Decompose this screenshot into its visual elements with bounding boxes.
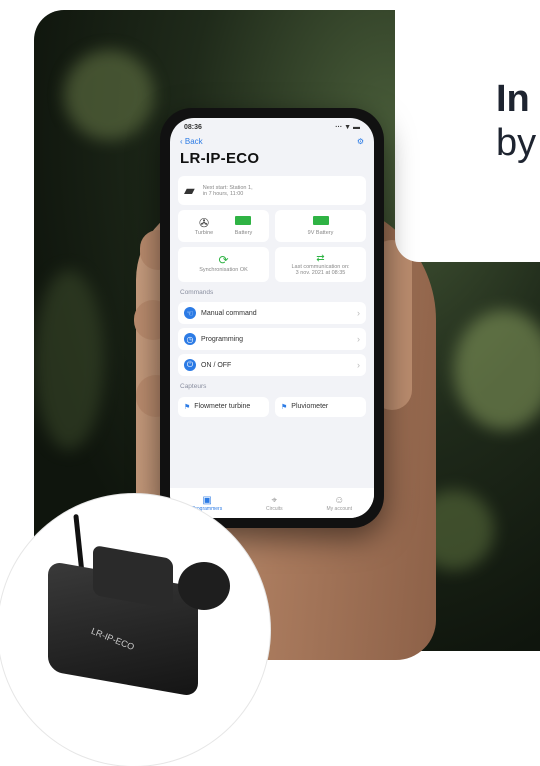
command-label: Programming — [201, 335, 244, 343]
programmer-icon: ▣ — [202, 494, 212, 506]
tab-my-account[interactable]: ☺ My account — [327, 495, 353, 512]
sensor-label: Pluviometer — [291, 403, 329, 410]
flowmeter-icon: ⚑ — [184, 404, 191, 411]
arrows-icon: ⇄ — [316, 253, 325, 264]
sensors-row: ⚑ Flowmeter turbine ⚑ Pluviometer — [170, 397, 374, 417]
device-thumbnail-icon: ▰ — [184, 182, 195, 198]
phone: 08:36 ··· ▼ ▬ ‹ Back ⚙ LR-IP-ECO ▰ Next … — [160, 108, 384, 528]
next-start-time: in 7 hours, 11:00 — [202, 190, 244, 197]
status-tiles-row-1: ✇ Turbine Battery 9V Battery — [170, 210, 374, 242]
gear-icon[interactable]: ⚙ — [357, 137, 364, 146]
sensor-flowmeter[interactable]: ⚑ Flowmeter turbine — [178, 397, 269, 417]
device-connector — [178, 562, 230, 610]
status-time: 08:36 — [184, 124, 202, 131]
command-programming[interactable]: ◷ Programming › — [178, 328, 366, 350]
nav-row: ‹ Back ⚙ — [170, 131, 374, 146]
hand-icon: ☜ — [184, 307, 196, 319]
bokeh-light — [34, 270, 104, 450]
bokeh-light — [454, 310, 540, 430]
user-icon: ☺ — [334, 494, 345, 506]
sensor-pluviometer[interactable]: ⚑ Pluviometer — [275, 397, 366, 417]
pluviometer-icon: ⚑ — [281, 404, 288, 411]
battery-9v-icon — [281, 216, 360, 230]
sync-icon: ⟳ — [218, 253, 229, 267]
sync-label: Synchronisation OK — [199, 267, 248, 273]
status-icons: ··· ▼ ▬ — [335, 124, 360, 131]
device-photo-circle: LR-IP-ECO — [0, 494, 270, 766]
back-label: Back — [184, 137, 203, 146]
battery-9v-label: 9V Battery — [307, 230, 334, 236]
power-icon: ⏻ — [184, 359, 196, 371]
map-icon: ⌖ — [271, 494, 278, 506]
last-comm-date: 3 nov. 2021 at 08:35 — [295, 270, 346, 276]
turbine-battery-tile: ✇ Turbine Battery — [178, 210, 269, 242]
chevron-right-icon: › — [357, 334, 360, 344]
status-bar: 08:36 ··· ▼ ▬ — [170, 118, 374, 131]
tab-circuits[interactable]: ⌖ Circuits — [266, 495, 283, 512]
headline-bold: In — [496, 78, 530, 120]
chevron-right-icon: › — [357, 360, 360, 370]
device-title: LR-IP-ECO — [180, 150, 260, 167]
headline: In by — [496, 78, 536, 165]
battery-icon — [235, 216, 252, 230]
battery-label: Battery — [234, 230, 253, 236]
turbine-icon: ✇ — [198, 216, 210, 230]
tab-label: My account — [326, 505, 353, 512]
next-start-label: Next start: Station 1, — [202, 184, 253, 191]
battery-9v-tile: 9V Battery — [275, 210, 366, 242]
sensors-header: Capteurs — [180, 383, 207, 390]
tab-label: Circuits — [266, 505, 283, 512]
last-comm-tile: ⇄ Last communication on: 3 nov. 2021 at … — [275, 247, 366, 282]
next-start-row: ▰ Next start: Station 1, in 7 hours, 11:… — [170, 176, 374, 205]
command-label: ON / OFF — [201, 361, 232, 369]
command-label: Manual command — [201, 309, 257, 317]
turbine-label: Turbine — [194, 230, 214, 236]
headline-regular: by — [496, 121, 537, 164]
command-on-off[interactable]: ⏻ ON / OFF › — [178, 354, 366, 376]
commands-header: Commands — [180, 289, 214, 296]
status-tiles-row-2: ⟳ Synchronisation OK ⇄ Last communicatio… — [170, 247, 374, 282]
sensor-label: Flowmeter turbine — [194, 403, 251, 410]
command-manual[interactable]: ☜ Manual command › — [178, 302, 366, 324]
back-button[interactable]: ‹ Back — [180, 137, 203, 146]
phone-screen: 08:36 ··· ▼ ▬ ‹ Back ⚙ LR-IP-ECO ▰ Next … — [170, 118, 374, 518]
clock-icon: ◷ — [184, 333, 196, 345]
sync-tile: ⟳ Synchronisation OK — [178, 247, 269, 282]
next-start-card: ▰ Next start: Station 1, in 7 hours, 11:… — [178, 176, 366, 205]
chevron-right-icon: › — [357, 308, 360, 318]
bokeh-light — [64, 50, 154, 140]
